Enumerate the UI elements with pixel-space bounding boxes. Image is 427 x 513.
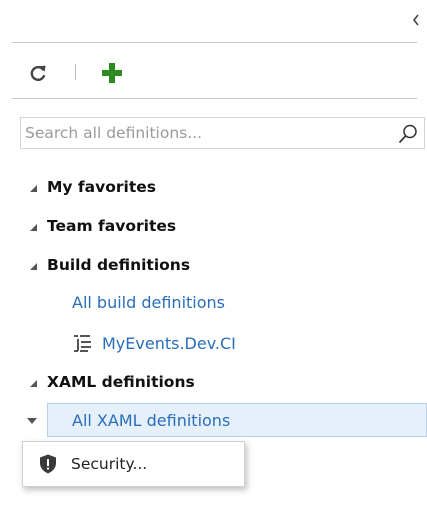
collapse-panel-button[interactable] <box>408 10 424 30</box>
all-build-definitions-link[interactable]: All build definitions <box>72 293 225 312</box>
group-build-definitions[interactable]: Build definitions <box>30 254 190 276</box>
context-menu-arrow-icon[interactable] <box>27 418 37 424</box>
group-my-favorites[interactable]: My favorites <box>30 176 156 198</box>
plus-icon <box>102 63 122 83</box>
group-xaml-definitions[interactable]: XAML definitions <box>30 371 195 393</box>
add-definition-button[interactable] <box>99 60 125 86</box>
group-label: My favorites <box>47 178 156 196</box>
all-xaml-definitions-row[interactable]: All XAML definitions <box>47 403 427 437</box>
search-input[interactable] <box>25 121 395 145</box>
all-xaml-definitions-label: All XAML definitions <box>72 411 231 430</box>
build-definition-icon <box>74 335 91 352</box>
refresh-button[interactable] <box>25 60 51 86</box>
shield-icon <box>40 454 56 474</box>
expand-triangle-icon <box>30 184 37 192</box>
expand-triangle-icon <box>30 223 37 231</box>
divider-toolbar <box>12 98 417 99</box>
search-icon[interactable] <box>397 123 419 145</box>
expand-triangle-icon <box>30 379 37 387</box>
security-label: Security... <box>71 455 148 473</box>
refresh-icon <box>30 65 46 81</box>
security-menu-item[interactable]: Security... <box>23 442 244 486</box>
build-definition-label: MyEvents.Dev.CI <box>102 333 236 353</box>
toolbar-separator <box>75 64 76 80</box>
group-label: XAML definitions <box>47 373 195 391</box>
chevron-left-icon <box>412 14 419 26</box>
context-menu: Security... <box>22 441 245 487</box>
group-label: Team favorites <box>47 217 177 235</box>
build-definition-item[interactable]: MyEvents.Dev.CI <box>72 332 236 354</box>
group-label: Build definitions <box>47 256 191 274</box>
group-team-favorites[interactable]: Team favorites <box>30 215 176 237</box>
search-box <box>20 117 425 149</box>
expand-triangle-icon <box>30 262 37 270</box>
divider-top <box>12 42 417 43</box>
